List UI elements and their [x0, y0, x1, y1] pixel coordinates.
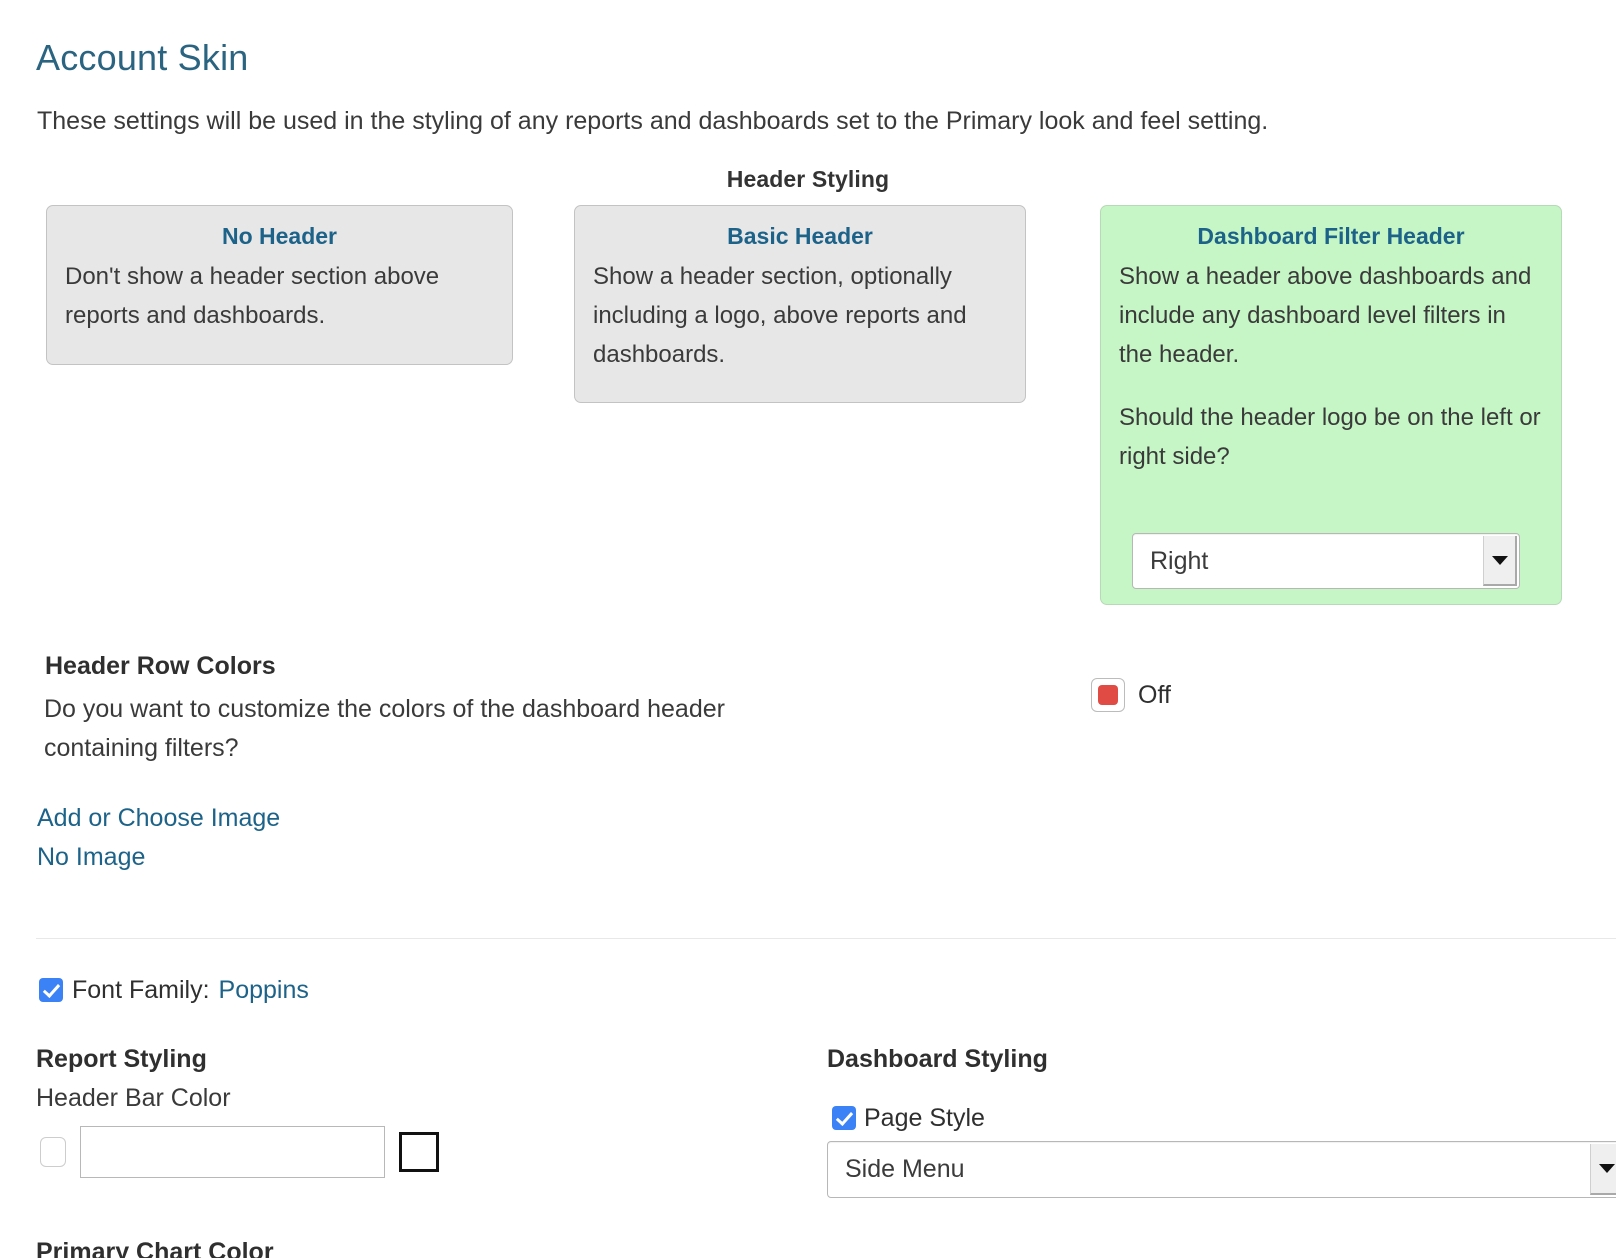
card-description-no-header: Don't show a header section above report…: [65, 257, 494, 335]
header-row-colors-question: Do you want to customize the colors of t…: [44, 690, 844, 768]
account-skin-page: Account Skin These settings will be used…: [0, 0, 1616, 1258]
add-or-choose-image-link[interactable]: Add or Choose Image: [37, 799, 280, 838]
font-family-row[interactable]: Font Family: Poppins: [39, 975, 309, 1005]
header-style-option-basic-header[interactable]: Basic Header Show a header section, opti…: [574, 205, 1026, 403]
header-bar-color-input[interactable]: [80, 1126, 385, 1178]
header-bar-color-preview[interactable]: [399, 1132, 439, 1172]
page-subtitle: These settings will be used in the styli…: [37, 105, 1268, 137]
header-bar-color-label: Header Bar Color: [36, 1083, 231, 1114]
page-style-label: Page Style: [864, 1103, 985, 1133]
header-bar-color-row: [40, 1126, 439, 1178]
header-bar-color-checkbox[interactable]: [40, 1137, 66, 1167]
logo-side-selected-value: Right: [1150, 547, 1208, 575]
font-family-value[interactable]: Poppins: [219, 975, 309, 1005]
section-divider: [36, 938, 1616, 939]
page-style-checkbox[interactable]: [832, 1106, 856, 1130]
card-title-no-header: No Header: [65, 220, 494, 252]
header-row-colors-title: Header Row Colors: [45, 651, 276, 682]
chevron-down-icon[interactable]: [1483, 536, 1517, 586]
card-title-dashboard-filter-header: Dashboard Filter Header: [1119, 220, 1543, 252]
card-description-dashboard-filter-header: Show a header above dashboards and inclu…: [1119, 257, 1543, 374]
report-styling-title: Report Styling: [36, 1044, 207, 1075]
color-toggle-swatch-box[interactable]: [1091, 678, 1125, 712]
chevron-down-icon-page-style[interactable]: [1590, 1144, 1616, 1195]
page-style-select[interactable]: Side Menu: [827, 1141, 1616, 1198]
primary-chart-color-label: Primary Chart Color: [36, 1237, 274, 1258]
page-title: Account Skin: [36, 36, 249, 80]
page-style-row[interactable]: Page Style: [832, 1103, 985, 1133]
header-styling-section-label: Header Styling: [0, 166, 1616, 193]
header-row-colors-toggle[interactable]: Off: [1091, 678, 1171, 712]
no-image-link[interactable]: No Image: [37, 838, 145, 877]
logo-side-select[interactable]: Right: [1132, 533, 1520, 589]
font-family-label: Font Family:: [72, 975, 210, 1005]
header-style-option-no-header[interactable]: No Header Don't show a header section ab…: [46, 205, 513, 365]
header-styling-label-text: Header Styling: [727, 166, 889, 192]
header-row-colors-toggle-label: Off: [1138, 680, 1171, 710]
card-title-basic-header: Basic Header: [593, 220, 1007, 252]
page-style-selected-value: Side Menu: [845, 1155, 965, 1183]
dashboard-styling-title: Dashboard Styling: [827, 1044, 1048, 1075]
color-swatch-icon: [1098, 685, 1118, 705]
logo-side-question: Should the header logo be on the left or…: [1119, 398, 1543, 476]
card-description-basic-header: Show a header section, optionally includ…: [593, 257, 1007, 374]
font-family-checkbox[interactable]: [39, 978, 63, 1002]
